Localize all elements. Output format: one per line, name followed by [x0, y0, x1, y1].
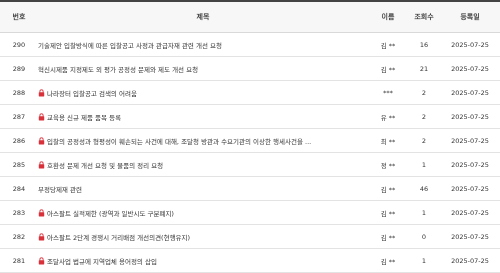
author-name: 김 ** [380, 41, 396, 50]
author-name: 최 ** [380, 137, 396, 146]
post-title[interactable]: 호환성 문제 개선 요청 및 물품의 정리 요청 [47, 160, 163, 170]
author-name: 정 ** [380, 161, 396, 170]
post-title[interactable]: 부정당제재 관련 [38, 184, 82, 194]
author-name: 김 ** [380, 185, 396, 194]
post-date: 2025-07-25 [451, 88, 489, 97]
view-count: 21 [419, 64, 429, 73]
row-number: 283 [12, 208, 26, 217]
table-header: 번호 제목 이름 조회수 등록일 [0, 0, 500, 33]
post-date: 2025-07-25 [451, 160, 489, 169]
post-title-link[interactable]: 호환성 문제 개선 요청 및 물품의 정리 요청 [38, 153, 368, 176]
table-row[interactable]: 289 혁신시제품 지정제도 외 평가 공정성 문제와 제도 개선 요청 김 ** 2… [0, 57, 500, 81]
author-name: 김 ** [380, 233, 396, 242]
lock-icon [38, 256, 45, 265]
post-title[interactable]: 조달사업 법규에 지역업체 용어정의 삽입 [47, 256, 157, 266]
header-title: 제목 [196, 13, 210, 21]
post-date: 2025-07-25 [451, 112, 489, 121]
author-name: *** [383, 88, 393, 97]
row-number: 281 [12, 256, 26, 265]
table-row[interactable]: 288 나라장터 입찰공고 검색의 어려움 *** 2 2025-07-25 [0, 81, 500, 105]
row-number: 289 [12, 64, 26, 73]
post-title[interactable]: 입찰의 공정성과 형평성이 훼손되는 사건에 대해, 조달청 방관과 수요기관의… [47, 136, 311, 146]
board-table: 번호 제목 이름 조회수 등록일 290 기술제안 입찰방식에 따른 입찰공고 사… [0, 0, 500, 273]
view-count: 16 [419, 40, 429, 49]
post-title[interactable]: 교육용 신규 제품 품목 등록 [47, 112, 121, 122]
view-count: 1 [421, 160, 427, 169]
post-date: 2025-07-25 [451, 256, 489, 265]
post-title[interactable]: 아스팔트 실적제한 (광역과 일반시도 구분폐지) [47, 208, 174, 218]
lock-icon [38, 136, 45, 145]
table-row[interactable]: 290 기술제안 입찰방식에 따른 입찰공고 사정과 관급자재 관련 개선 요청 김… [0, 33, 500, 57]
view-count: 1 [421, 208, 427, 217]
post-date: 2025-07-25 [451, 40, 489, 49]
lock-icon [38, 160, 45, 169]
view-count: 2 [421, 136, 427, 145]
row-number: 287 [12, 112, 26, 121]
view-count: 0 [421, 232, 427, 241]
author-name: 유 ** [380, 113, 396, 122]
post-title-link[interactable]: 혁신시제품 지정제도 외 평가 공정성 문제와 제도 개선 요청 [38, 57, 368, 80]
author-name: 김 ** [380, 65, 396, 74]
view-count: 2 [421, 88, 427, 97]
lock-icon [38, 208, 45, 217]
row-number: 282 [12, 232, 26, 241]
author-name: 김 ** [380, 257, 396, 266]
post-date: 2025-07-25 [451, 208, 489, 217]
view-count: 2 [421, 112, 427, 121]
view-count: 1 [421, 256, 427, 265]
post-title-link[interactable]: 아스팔트 2단계 경쟁시 거리배점 개선의견(현행유지) [38, 225, 368, 248]
view-count: 46 [419, 184, 429, 193]
post-title-link[interactable]: 입찰의 공정성과 형평성이 훼손되는 사건에 대해, 조달청 방관과 수요기관의… [38, 129, 368, 152]
header-views: 조회수 [414, 13, 434, 21]
post-title[interactable]: 아스팔트 2단계 경쟁시 거리배점 개선의견(현행유지) [47, 232, 190, 242]
post-date: 2025-07-25 [451, 184, 489, 193]
post-date: 2025-07-25 [451, 232, 489, 241]
row-number: 288 [12, 88, 26, 97]
table-row[interactable]: 287 교육용 신규 제품 품목 등록 유 ** 2 2025-07-25 [0, 105, 500, 129]
post-title[interactable]: 나라장터 입찰공고 검색의 어려움 [47, 88, 137, 98]
post-title-link[interactable]: 부정당제재 관련 [38, 177, 368, 200]
table-row[interactable]: 285 호환성 문제 개선 요청 및 물품의 정리 요청 정 ** 1 2025-07-… [0, 153, 500, 177]
post-title-link[interactable]: 아스팔트 실적제한 (광역과 일반시도 구분폐지) [38, 201, 368, 224]
header-name: 이름 [381, 13, 395, 21]
post-title[interactable]: 기술제안 입찰방식에 따른 입찰공고 사정과 관급자재 관련 개선 요청 [38, 40, 222, 50]
post-date: 2025-07-25 [451, 136, 489, 145]
table-row[interactable]: 284 부정당제재 관련 김 ** 46 2025-07-25 [0, 177, 500, 201]
header-num: 번호 [12, 13, 26, 21]
post-title-link[interactable]: 조달사업 법규에 지역업체 용어정의 삽입 [38, 249, 368, 272]
row-number: 284 [12, 184, 26, 193]
table-row[interactable]: 286 입찰의 공정성과 형평성이 훼손되는 사건에 대해, 조달청 방관과 수요… [0, 129, 500, 153]
table-row[interactable]: 281 조달사업 법규에 지역업체 용어정의 삽입 김 ** 1 2025-07-25 [0, 249, 500, 273]
row-number: 286 [12, 136, 26, 145]
post-date: 2025-07-25 [451, 64, 489, 73]
post-title-link[interactable]: 나라장터 입찰공고 검색의 어려움 [38, 81, 368, 104]
post-title[interactable]: 혁신시제품 지정제도 외 평가 공정성 문제와 제도 개선 요청 [38, 64, 198, 74]
lock-icon [38, 232, 45, 241]
lock-icon [38, 88, 45, 97]
lock-icon [38, 112, 45, 121]
table-row[interactable]: 282 아스팔트 2단계 경쟁시 거리배점 개선의견(현행유지) 김 ** 0 2025… [0, 225, 500, 249]
header-date: 등록일 [460, 13, 480, 21]
row-number: 290 [12, 40, 26, 49]
post-title-link[interactable]: 기술제안 입찰방식에 따른 입찰공고 사정과 관급자재 관련 개선 요청 [38, 33, 368, 56]
author-name: 김 ** [380, 209, 396, 218]
row-number: 285 [12, 160, 26, 169]
table-row[interactable]: 283 아스팔트 실적제한 (광역과 일반시도 구분폐지) 김 ** 1 2025-07… [0, 201, 500, 225]
post-title-link[interactable]: 교육용 신규 제품 품목 등록 [38, 105, 368, 128]
